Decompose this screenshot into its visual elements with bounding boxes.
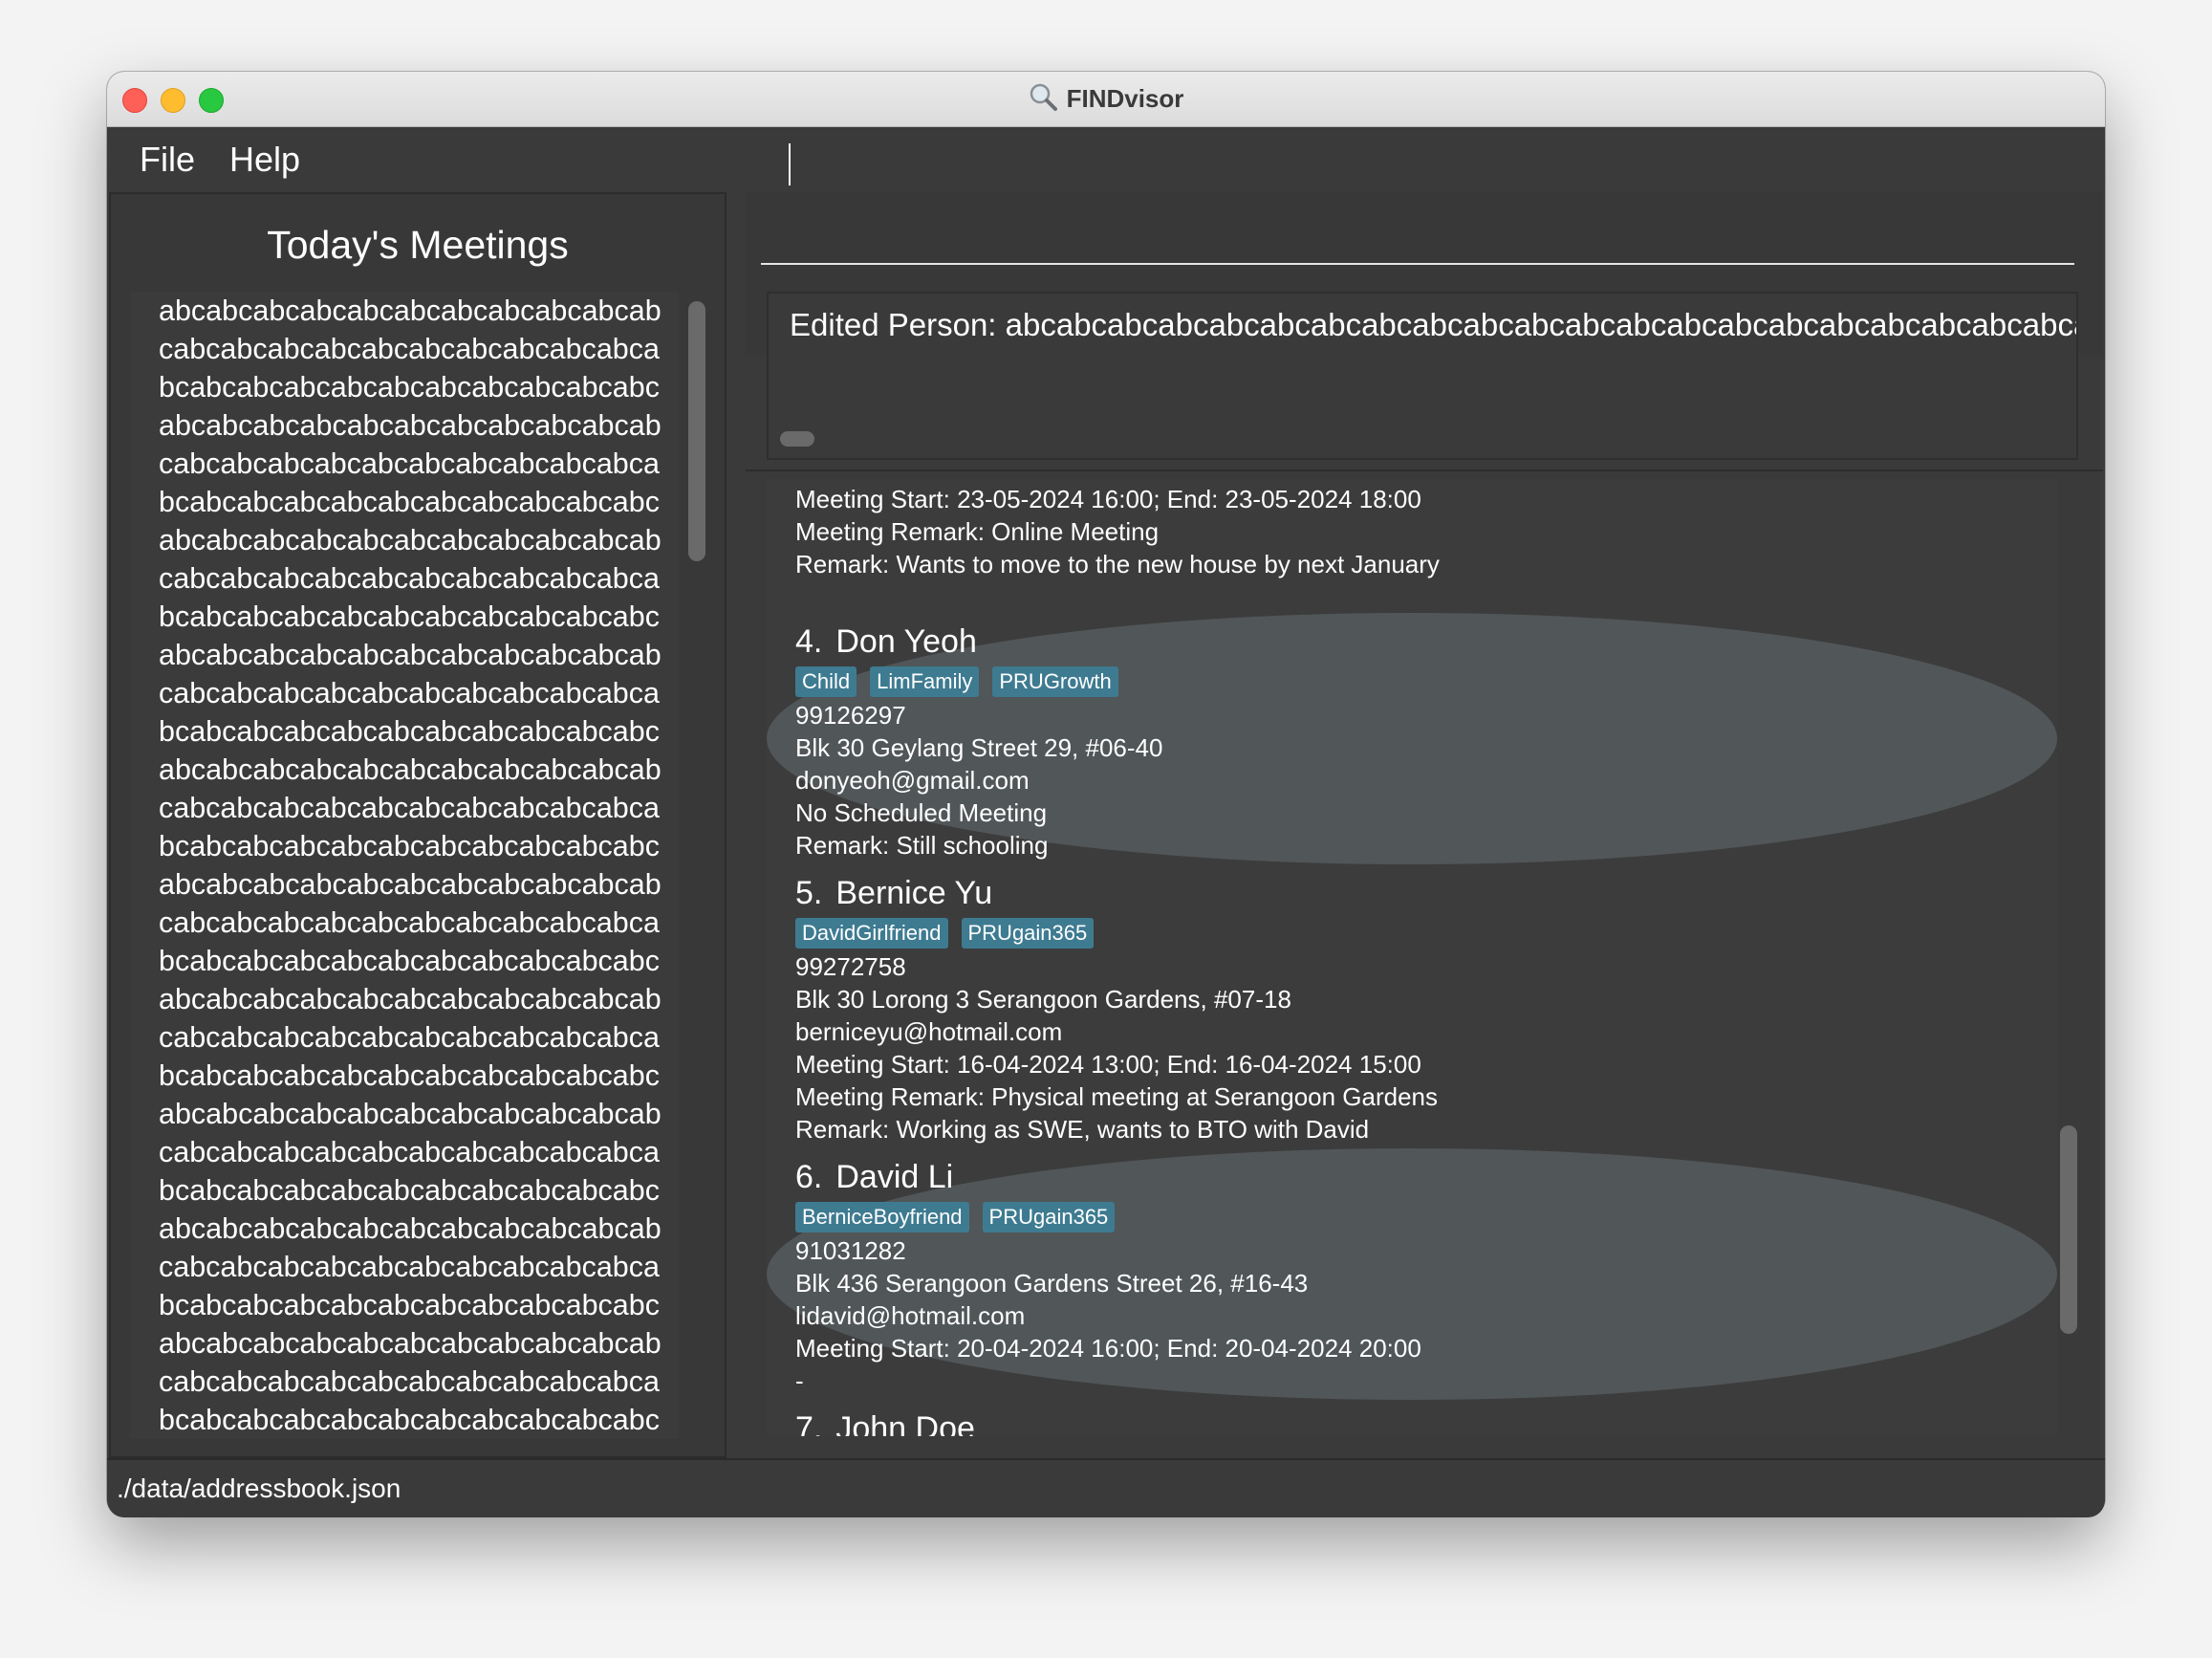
- remark: -: [795, 1366, 804, 1395]
- tag: PRUGrowth: [992, 666, 1118, 697]
- person-index: 7.: [795, 1410, 823, 1436]
- meeting-remark: Meeting Remark: Physical meeting at Sera…: [795, 1082, 1439, 1111]
- person-name: 6. David Li: [795, 1156, 2057, 1198]
- panel-divider: [728, 192, 748, 1458]
- tag-list: BerniceBoyfriend PRUgain365: [795, 1202, 2057, 1233]
- tag: Child: [795, 666, 857, 697]
- person-card-6[interactable]: 6. David Li BerniceBoyfriend PRUgain365 9…: [767, 1148, 2057, 1400]
- menu-bar: File Help: [107, 127, 2105, 192]
- result-horizontal-scrollbar[interactable]: [780, 431, 814, 447]
- title-bar: FINDvisor: [107, 72, 2105, 127]
- result-display[interactable]: Edited Person: abcabcabcabcabcabcabcabca…: [767, 292, 2078, 460]
- person-card-4[interactable]: 4. Don Yeoh Child LimFamily PRUGrowth 991…: [767, 613, 2057, 864]
- tag: PRUgain365: [961, 918, 1095, 949]
- meetings-scrollbar[interactable]: [688, 301, 705, 561]
- meeting-info: Meeting Start: 20-04-2024 16:00; End: 20…: [795, 1334, 1421, 1363]
- tag: LimFamily: [870, 666, 980, 697]
- person-name: 4. Don Yeoh: [795, 621, 2057, 663]
- tag: BerniceBoyfriend: [795, 1202, 969, 1233]
- status-bar: ./data/addressbook.json: [107, 1458, 2105, 1517]
- meeting-info: No Scheduled Meeting: [795, 798, 1048, 827]
- address: Blk 436 Serangoon Gardens Street 26, #16…: [795, 1269, 1309, 1298]
- meeting-info: Meeting Start: 16-04-2024 13:00; End: 16…: [795, 1050, 1421, 1079]
- person-name: 5. Bernice Yu: [795, 872, 2057, 914]
- person-index: 6.: [795, 1159, 823, 1195]
- address: Blk 30 Lorong 3 Serangoon Gardens, #07-1…: [795, 985, 1291, 1014]
- tag-list: DavidGirlfriend PRUgain365: [795, 918, 2057, 949]
- person-list[interactable]: Meeting Start: 23-05-2024 16:00; End: 23…: [767, 479, 2057, 1436]
- address: Blk 30 Geylang Street 29, #06-40: [795, 733, 1163, 762]
- person-card-5[interactable]: 5. Bernice Yu DavidGirlfriend PRUgain365 …: [767, 864, 2057, 1148]
- remark: Remark: Working as SWE, wants to BTO wit…: [795, 1115, 1370, 1144]
- phone-number: 99126297: [795, 701, 906, 730]
- window-title: FINDvisor: [1066, 84, 1184, 113]
- result-text: Edited Person: abcabcabcabcabcabcabcabca…: [790, 307, 2076, 342]
- person-name-text: Don Yeoh: [835, 623, 977, 660]
- email: berniceyu@hotmail.com: [795, 1017, 1063, 1046]
- person-name-text: John Doe: [835, 1410, 975, 1436]
- person-card-3[interactable]: Meeting Start: 23-05-2024 16:00; End: 23…: [767, 479, 2057, 613]
- person-index: 4.: [795, 623, 823, 660]
- phone-number: 99272758: [795, 952, 906, 981]
- person-index: 5.: [795, 875, 823, 911]
- menu-help[interactable]: Help: [229, 140, 300, 180]
- tag: DavidGirlfriend: [795, 918, 948, 949]
- phone-number: 91031282: [795, 1236, 906, 1265]
- person-list-scrollbar[interactable]: [2060, 1125, 2077, 1334]
- magnifier-icon: [1029, 82, 1057, 116]
- meetings-list[interactable]: abcabcabcabcabcabcabcabcabcabcabcabcabca…: [130, 292, 679, 1439]
- email: donyeoh@gmail.com: [795, 766, 1030, 795]
- remark: Remark: Still schooling: [795, 831, 1049, 860]
- person-name-text: David Li: [835, 1159, 954, 1195]
- person-name: 7. John Doe: [795, 1407, 2057, 1436]
- section-divider: [746, 469, 2103, 471]
- tag: PRUgain365: [982, 1202, 1116, 1233]
- person-name-text: Bernice Yu: [835, 875, 993, 911]
- tag-list: Child LimFamily PRUGrowth: [795, 666, 2057, 697]
- card-line: Remark: Wants to move to the new house b…: [795, 550, 1440, 578]
- person-card-7[interactable]: 7. John Doe: [767, 1400, 2057, 1436]
- email: lidavid@hotmail.com: [795, 1301, 1026, 1330]
- text-caret: [789, 143, 791, 185]
- command-input[interactable]: [761, 204, 2074, 265]
- menu-file[interactable]: File: [140, 140, 195, 180]
- card-line: Meeting Start: 23-05-2024 16:00; End: 23…: [795, 485, 1421, 513]
- status-file-path: ./data/addressbook.json: [117, 1473, 401, 1503]
- meetings-panel-title: Today's Meetings: [267, 223, 569, 267]
- meetings-panel: Today's Meetings abcabcabcabcabcabcabcab…: [109, 192, 726, 1458]
- meetings-text: abcabcabcabcabcabcabcabcabcabcabcabcabca…: [159, 295, 661, 1436]
- card-line: Meeting Remark: Online Meeting: [795, 517, 1160, 546]
